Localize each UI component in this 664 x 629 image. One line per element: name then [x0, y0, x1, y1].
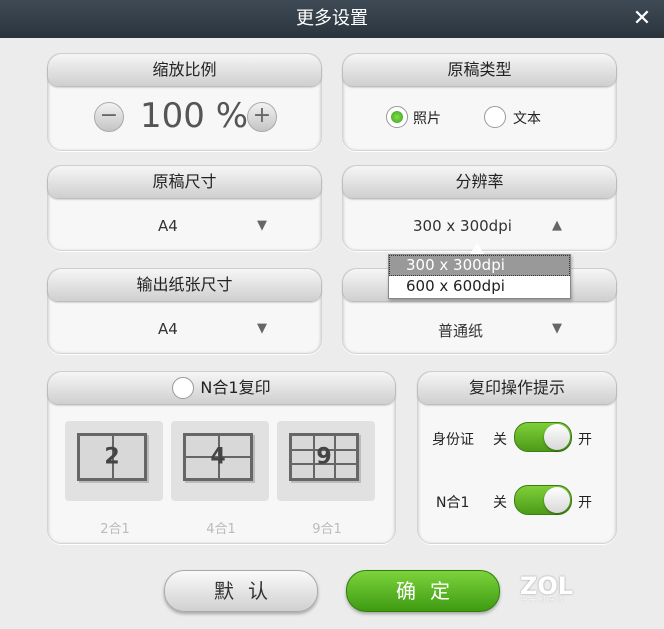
id-card-label: 身份证 [432, 432, 474, 448]
n-in-1-caption: 4合1 [206, 522, 236, 537]
n-in-1-header: N合1复印 [48, 372, 395, 404]
n-in-1-panel: N合1复印 2 2合1 4 4合1 9 9合1 [47, 371, 396, 544]
output-size-header: 输出纸张尺寸 [48, 269, 321, 301]
output-size-value: A4 [158, 320, 178, 338]
zoom-panel: 缩放比例 − 100 % + [47, 53, 322, 151]
resolution-value: 300 x 300dpi [413, 217, 512, 235]
default-button[interactable]: 默认 [164, 570, 318, 612]
layout-4-icon: 4 [183, 433, 253, 481]
window-title: 更多设置 [296, 8, 368, 29]
tile-number: 4 [210, 444, 226, 470]
n-in-1-caption: 2合1 [100, 522, 130, 537]
zoom-value: 100 % [140, 96, 249, 136]
id-card-toggle[interactable] [514, 422, 572, 452]
tile-number: 2 [104, 444, 120, 470]
resolution-dropdown-icon[interactable]: ▲ [552, 218, 562, 233]
original-size-panel[interactable]: 原稿尺寸 A4 ▼ [47, 165, 322, 251]
photo-radio[interactable] [386, 106, 408, 128]
layout-9-icon: 9 [289, 433, 359, 481]
resolution-option-600[interactable]: 600 x 600dpi [389, 276, 570, 297]
n-in-1-tile-4[interactable]: 4 [171, 421, 269, 501]
dropdown-caret [470, 243, 484, 254]
n-in-1-hint-on-label: 开 [578, 495, 592, 511]
original-type-header: 原稿类型 [343, 54, 616, 86]
id-card-off-label: 关 [493, 432, 507, 448]
output-size-dropdown-icon[interactable]: ▼ [257, 321, 267, 336]
original-type-panel: 原稿类型 照片 文本 [342, 53, 617, 151]
original-size-header: 原稿尺寸 [48, 166, 321, 198]
resolution-option-300[interactable]: 300 x 300dpi [389, 255, 570, 276]
resolution-panel[interactable]: 分辨率 300 x 300dpi ▲ [342, 165, 617, 251]
n-in-1-caption: 9合1 [312, 522, 342, 537]
copy-hints-panel: 复印操作提示 身份证 关 开 N合1 关 开 [417, 371, 617, 544]
id-card-on-label: 开 [578, 432, 592, 448]
zol-watermark-logo: ZOL 中关村在线 [520, 572, 584, 608]
zoom-header: 缩放比例 [48, 54, 321, 86]
tile-number: 9 [316, 444, 332, 470]
text-label: 文本 [513, 111, 541, 127]
title-bar: 更多设置 ✕ [0, 0, 664, 38]
resolution-header: 分辨率 [343, 166, 616, 198]
ok-button[interactable]: 确定 [346, 570, 500, 612]
n-in-1-tile-2[interactable]: 2 [65, 421, 163, 501]
copy-hints-header: 复印操作提示 [418, 372, 616, 404]
text-radio[interactable] [484, 106, 506, 128]
n-in-1-hint-label: N合1 [436, 495, 470, 511]
original-size-value: A4 [158, 217, 178, 235]
paper-type-dropdown-icon[interactable]: ▼ [552, 321, 562, 336]
n-in-1-tile-9[interactable]: 9 [277, 421, 375, 501]
layout-2-icon: 2 [77, 433, 147, 481]
n-in-1-label: N合1复印 [200, 378, 271, 397]
n-in-1-hint-toggle[interactable] [514, 485, 572, 515]
paper-type-value: 普通纸 [438, 322, 484, 340]
output-size-panel[interactable]: 输出纸张尺寸 A4 ▼ [47, 268, 322, 354]
close-icon[interactable]: ✕ [630, 0, 654, 38]
n-in-1-radio[interactable] [172, 376, 195, 399]
n-in-1-hint-off-label: 关 [493, 495, 507, 511]
photo-label: 照片 [413, 111, 441, 127]
zoom-plus-button[interactable]: + [247, 102, 277, 132]
zoom-minus-button[interactable]: − [94, 102, 124, 132]
original-size-dropdown-icon[interactable]: ▼ [257, 218, 267, 233]
resolution-dropdown-list: 300 x 300dpi 600 x 600dpi [388, 254, 571, 299]
watermark-sub: 中关村在线 [520, 595, 565, 604]
